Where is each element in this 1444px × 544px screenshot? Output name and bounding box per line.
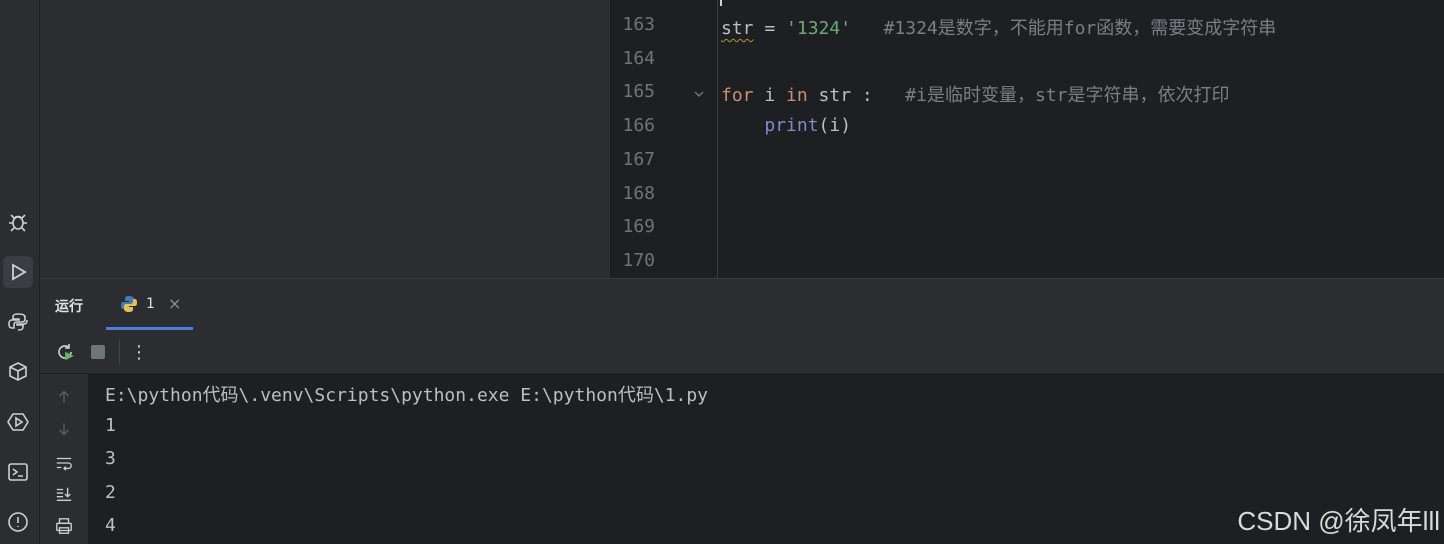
- rerun-icon[interactable]: [54, 341, 76, 363]
- code-token: str :: [807, 85, 906, 106]
- python-icon: [121, 296, 137, 312]
- run-panel-header: 运行 1 ×: [40, 278, 1444, 332]
- tool-window-strip: [0, 0, 40, 544]
- line-number: 164: [622, 48, 655, 69]
- run-tab-label: 1: [146, 296, 155, 312]
- watermark: CSDN @徐凤年lll: [1237, 506, 1440, 536]
- services-icon[interactable]: [3, 406, 33, 438]
- python-console-icon[interactable]: [3, 306, 33, 338]
- run-icon[interactable]: [3, 256, 33, 288]
- soft-wrap-icon[interactable]: [54, 453, 74, 473]
- terminal-icon[interactable]: [3, 456, 33, 488]
- code-token: in: [786, 85, 808, 106]
- toolbar-divider: [119, 340, 120, 364]
- fold-chevron-icon[interactable]: [692, 86, 706, 100]
- text-caret: [720, 0, 722, 6]
- run-panel-title: 运行: [55, 299, 83, 315]
- code-token: =: [753, 18, 787, 39]
- line-number: 168: [622, 183, 655, 204]
- print-icon[interactable]: [54, 516, 74, 536]
- console-line: 2: [105, 482, 116, 503]
- code-token: for: [721, 85, 754, 106]
- console-line: E:\python代码\.venv\Scripts\python.exe E:\…: [105, 385, 709, 406]
- run-toolbar: ⋮: [40, 331, 1444, 374]
- code-line[interactable]: for i in str : #i是临时变量，str是字符串，依次打印: [721, 81, 1229, 107]
- code-editor[interactable]: [718, 0, 1444, 278]
- code-line[interactable]: print(i): [721, 115, 851, 136]
- line-number: 167: [622, 149, 655, 170]
- console-gutter: [40, 374, 88, 544]
- code-token: (i): [818, 115, 852, 136]
- more-options-icon[interactable]: ⋮: [128, 341, 150, 363]
- project-pane: [40, 0, 610, 278]
- line-number: 170: [622, 250, 655, 271]
- code-line[interactable]: str = '1324' #1324是数字，不能用for函数，需要变成字符串: [721, 14, 1276, 40]
- run-tab[interactable]: 1 ×: [106, 279, 193, 330]
- line-number: 166: [622, 115, 655, 136]
- code-token: '1324': [786, 18, 852, 39]
- code-token: #1324是数字，不能用for函数，需要变成字符串: [851, 18, 1277, 39]
- debug-icon[interactable]: [3, 206, 33, 238]
- console-line: 3: [105, 448, 116, 469]
- close-tab-icon[interactable]: ×: [168, 294, 181, 313]
- problems-icon[interactable]: [3, 506, 33, 538]
- code-token: str: [721, 18, 754, 39]
- line-number: 165: [622, 81, 655, 102]
- scroll-up-icon[interactable]: [54, 387, 74, 407]
- code-token: print: [764, 115, 819, 136]
- stop-icon[interactable]: [87, 341, 109, 363]
- code-token: i: [753, 85, 787, 106]
- console-line: 1: [105, 415, 116, 436]
- python-packages-icon[interactable]: [3, 356, 33, 388]
- code-token: #i是临时变量，str是字符串，依次打印: [905, 85, 1230, 106]
- scroll-down-icon[interactable]: [54, 419, 74, 439]
- line-number: 169: [622, 216, 655, 237]
- console-line: 4: [105, 515, 116, 536]
- active-tab-indicator: [106, 327, 193, 330]
- line-number: 163: [622, 14, 655, 35]
- scroll-to-end-icon[interactable]: [54, 484, 74, 504]
